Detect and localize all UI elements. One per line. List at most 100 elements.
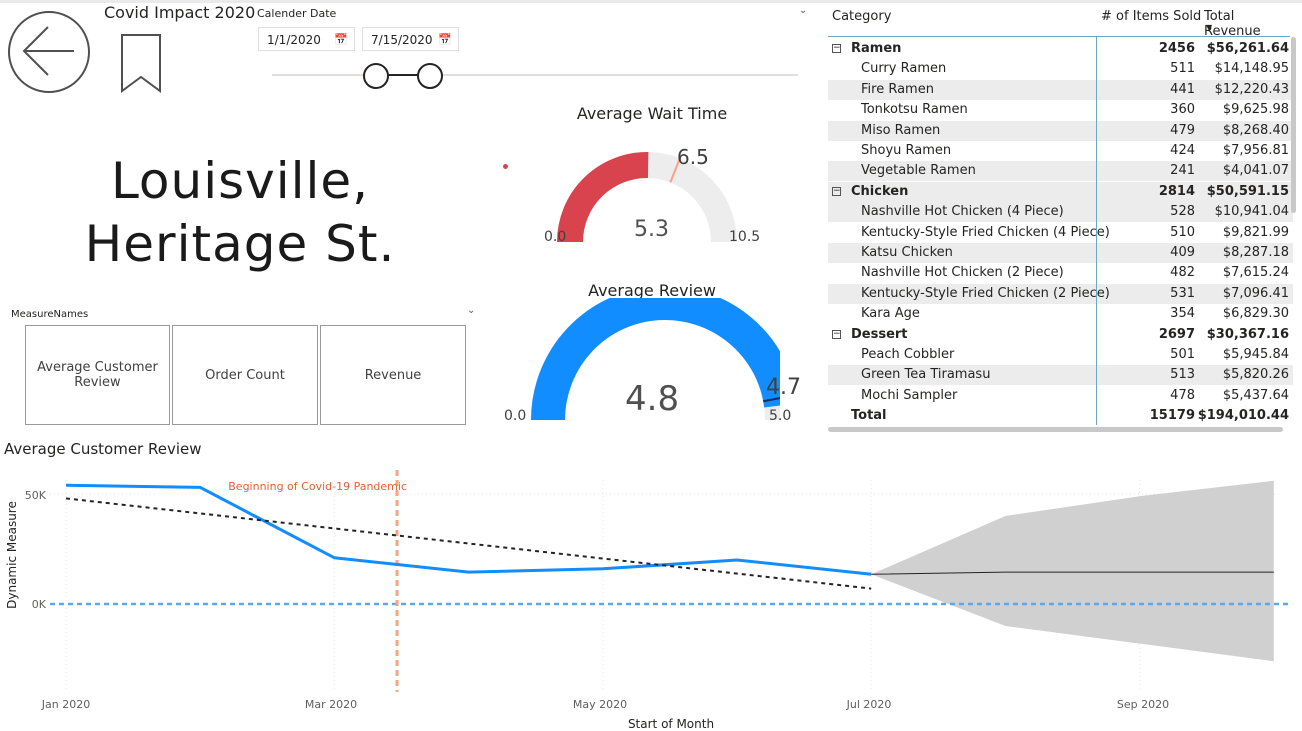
column-header-revenue[interactable]: Total Revenue	[1204, 9, 1290, 39]
collapse-icon[interactable]: −	[832, 186, 841, 196]
line-chart: Dynamic Measure Start of Month 50K 0K Ja…	[5, 470, 1290, 731]
table-row[interactable]: Tonkotsu Ramen 360 $9,625.98	[828, 100, 1293, 120]
table-group-row[interactable]: − Chicken 2814 $50,591.15	[828, 181, 1293, 202]
table-row[interactable]: Nashville Hot Chicken (4 Piece) 528 $10,94…	[828, 202, 1293, 223]
x-tick-label: Sep 2020	[1117, 698, 1169, 711]
table-row[interactable]: Miso Ramen 479 $8,268.40	[828, 120, 1293, 141]
items-sold-cell: 528	[1170, 204, 1195, 220]
items-sold-cell: 501	[1170, 347, 1195, 362]
chevron-down-icon[interactable]: ⌄	[799, 5, 807, 16]
category-cell: Ramen	[851, 41, 902, 56]
table-row[interactable]: Nashville Hot Chicken (2 Piece) 482 $7,615…	[828, 263, 1293, 283]
revenue-cell: $9,625.98	[1222, 102, 1289, 118]
revenue-cell: $5,437.64	[1222, 387, 1289, 403]
y-axis-title: Dynamic Measure	[5, 501, 19, 609]
start-date-input[interactable]: 1/1/2020 📅	[258, 27, 355, 51]
gauge-value: 4.8	[625, 379, 680, 419]
column-divider	[1096, 37, 1097, 425]
table-group-row[interactable]: − Ramen 2456 $56,261.64	[828, 39, 1293, 59]
items-sold-cell: 2456	[1158, 41, 1195, 56]
items-sold-cell: 510	[1170, 224, 1195, 240]
revenue-cell: $5,820.26	[1222, 367, 1289, 383]
items-sold-cell: 354	[1170, 306, 1195, 322]
category-cell: Mochi Sampler	[861, 387, 958, 403]
annotation-label: Beginning of Covid-19 Pandemic	[228, 480, 407, 493]
category-cell: Chicken	[851, 183, 909, 199]
table-row[interactable]: Kentucky-Style Fried Chicken (4 Piece) 51…	[828, 223, 1293, 243]
table-row[interactable]: Peach Cobbler 501 $5,945.84	[828, 345, 1293, 365]
gauge-max: 10.5	[729, 229, 761, 245]
revenue-cell: $9,821.99	[1222, 224, 1289, 240]
x-axis-title: Start of Month	[628, 717, 714, 731]
date-slider-track[interactable]	[272, 74, 798, 76]
measure-option-order-count[interactable]: Order Count	[172, 325, 318, 425]
table-row[interactable]: Vegetable Ramen 241 $4,041.07	[828, 161, 1293, 182]
revenue-cell: $50,591.15	[1206, 183, 1289, 199]
items-sold-cell: 2697	[1158, 326, 1195, 342]
revenue-cell: $7,615.24	[1222, 265, 1289, 281]
table-header: Category # of Items Sold Total Revenue ▼	[828, 3, 1290, 39]
location-line-1: Louisville,	[110, 152, 370, 210]
date-slider-start-handle[interactable]	[363, 63, 389, 89]
revenue-cell: $6,829.30	[1222, 306, 1289, 322]
category-cell: Miso Ramen	[861, 122, 941, 138]
report-title: Covid Impact 2020	[104, 3, 256, 22]
table-group-row[interactable]: − Dessert 2697 $30,367.16	[828, 325, 1293, 345]
bookmark-icon[interactable]	[120, 33, 164, 95]
y-tick-label: 50K	[25, 489, 47, 502]
table-row[interactable]: Kara Age 354 $6,829.30	[828, 304, 1293, 324]
items-sold-cell: 531	[1170, 285, 1195, 301]
chevron-down-icon[interactable]: ⌄	[467, 305, 475, 316]
category-cell: Nashville Hot Chicken (2 Piece)	[861, 265, 1064, 281]
category-cell: Nashville Hot Chicken (4 Piece)	[861, 204, 1064, 220]
revenue-cell: $7,096.41	[1222, 285, 1289, 301]
table-row[interactable]: Kentucky-Style Fried Chicken (2 Piece) 53…	[828, 283, 1293, 304]
gauge-min: 0.0	[504, 408, 527, 424]
end-date-input[interactable]: 7/15/2020 📅	[362, 27, 459, 51]
gauge-target: 6.5	[677, 145, 709, 169]
collapse-icon[interactable]: −	[832, 329, 841, 339]
table-row[interactable]: Green Tea Tiramasu 513 $5,820.26	[828, 365, 1293, 386]
revenue-cell: $5,945.84	[1222, 347, 1289, 362]
category-cell: Vegetable Ramen	[861, 163, 976, 179]
items-sold-cell: 241	[1170, 163, 1195, 179]
table-row[interactable]: Fire Ramen 441 $12,220.43	[828, 79, 1293, 100]
category-cell: Peach Cobbler	[861, 347, 955, 362]
items-sold-cell: 15179	[1149, 408, 1195, 424]
category-cell: Shoyu Ramen	[861, 143, 952, 158]
column-header-category[interactable]: Category	[832, 9, 891, 24]
table-row[interactable]: Shoyu Ramen 424 $7,956.81	[828, 141, 1293, 161]
category-cell: Fire Ramen	[861, 81, 934, 97]
forecast-band	[871, 480, 1274, 662]
table-row[interactable]: Katsu Chicken 409 $8,287.18	[828, 243, 1293, 263]
table-total-row[interactable]: Total 15179 $194,010.44	[828, 406, 1293, 426]
line-chart-title: Average Customer Review	[4, 440, 202, 458]
calendar-icon[interactable]: 📅	[438, 28, 452, 52]
date-slicer-title: Calender Date	[257, 7, 337, 20]
table-row[interactable]: Curry Ramen 511 $14,148.95	[828, 59, 1293, 79]
collapse-icon[interactable]: −	[832, 44, 841, 53]
items-sold-cell: 478	[1170, 387, 1195, 403]
horizontal-scrollbar[interactable]	[828, 427, 1283, 432]
measure-option-revenue[interactable]: Revenue	[320, 325, 466, 425]
revenue-cell: $14,148.95	[1214, 61, 1289, 77]
column-header-items[interactable]: # of Items Sold	[1101, 9, 1201, 24]
revenue-cell: $30,367.16	[1206, 326, 1289, 342]
category-cell: Katsu Chicken	[861, 245, 953, 260]
calendar-icon[interactable]: 📅	[334, 28, 348, 52]
items-sold-cell: 511	[1170, 61, 1195, 77]
gauge-min: 0.0	[544, 229, 567, 245]
date-slider-end-handle[interactable]	[417, 63, 443, 89]
category-cell: Kentucky-Style Fried Chicken (4 Piece)	[861, 224, 1110, 240]
sort-descending-icon[interactable]: ▼	[1206, 23, 1212, 32]
revenue-cell: $56,261.64	[1206, 41, 1289, 56]
items-sold-cell: 409	[1170, 245, 1195, 260]
vertical-scrollbar[interactable]	[1291, 37, 1296, 213]
end-date-value: 7/15/2020	[371, 33, 433, 47]
revenue-cell: $12,220.43	[1214, 81, 1289, 97]
back-button[interactable]	[8, 11, 90, 93]
revenue-cell: $7,956.81	[1222, 143, 1289, 158]
table-row[interactable]: Mochi Sampler 478 $5,437.64	[828, 386, 1293, 406]
measure-option-avg-review[interactable]: Average Customer Review	[25, 325, 170, 425]
items-sold-cell: 482	[1170, 265, 1195, 281]
